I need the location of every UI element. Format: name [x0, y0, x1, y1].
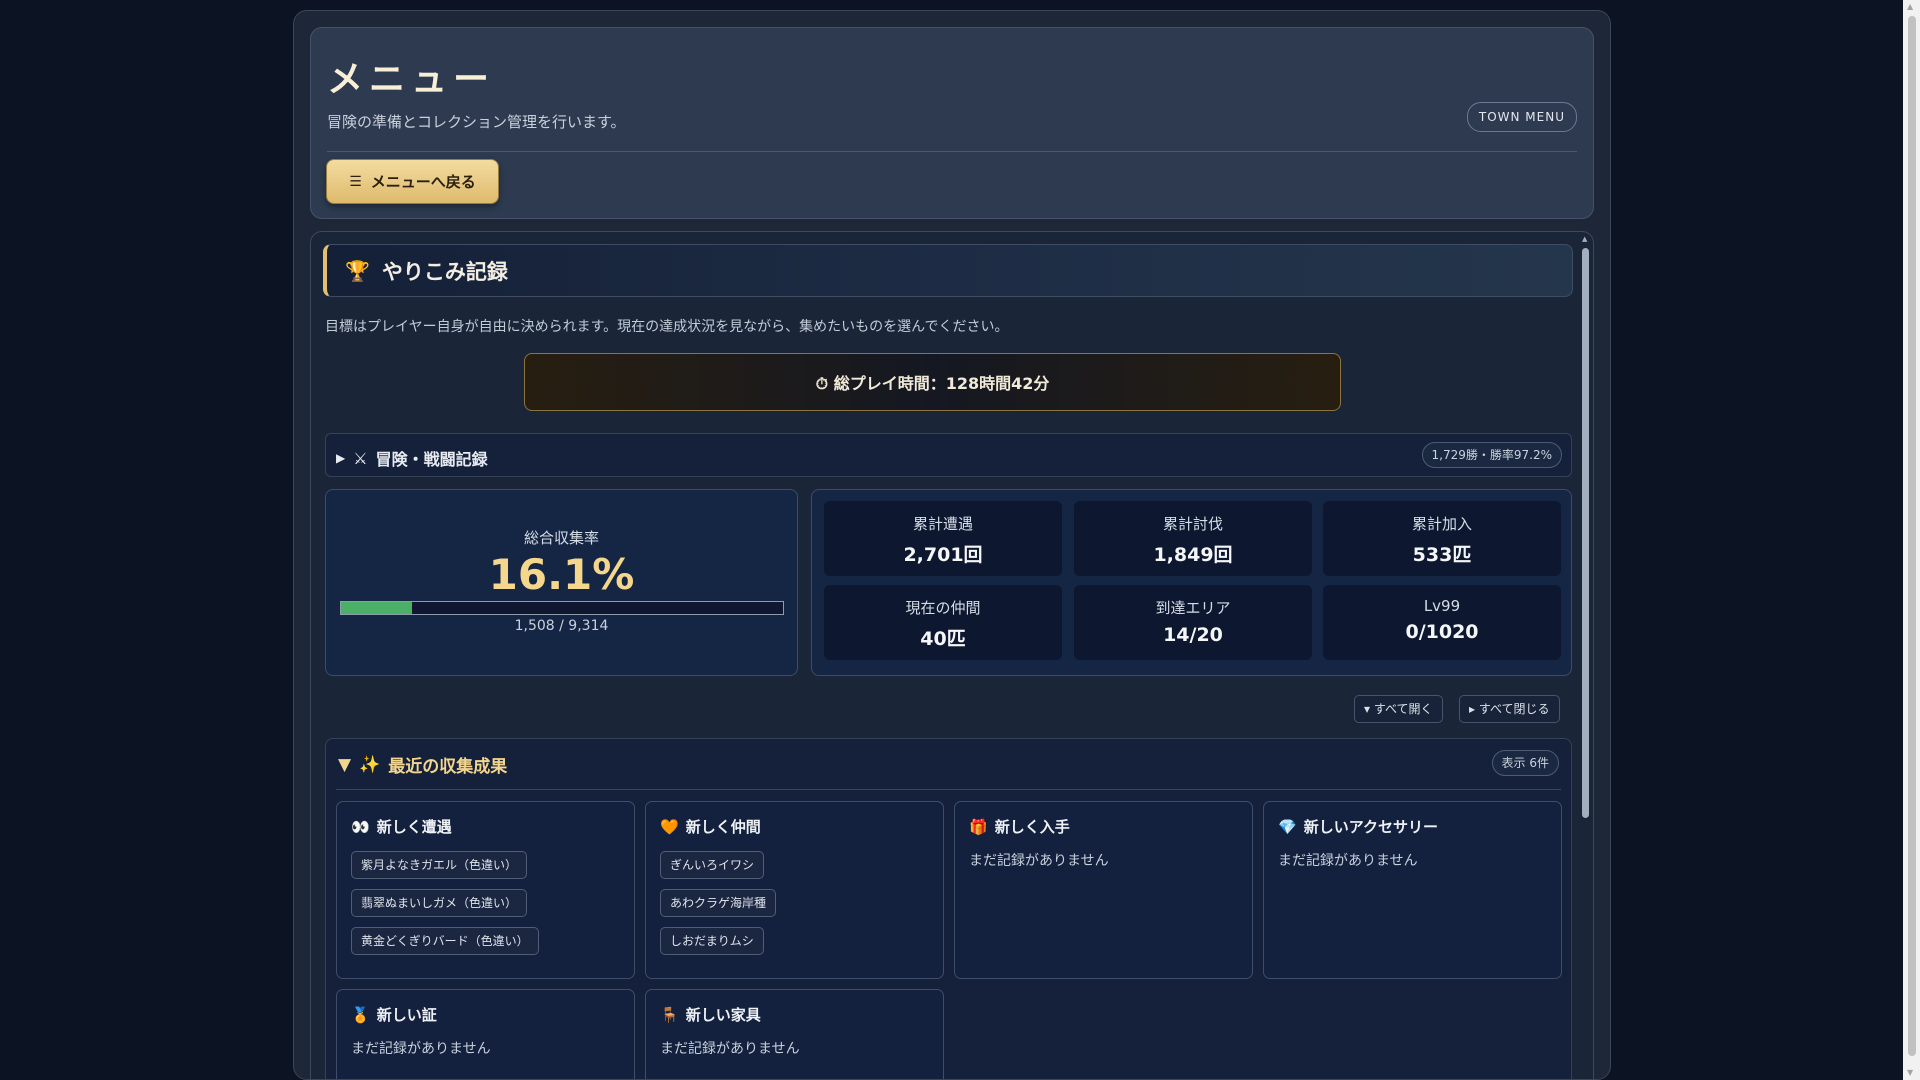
- collapse-all-button[interactable]: ▸ すべて閉じる: [1459, 695, 1560, 723]
- list-item[interactable]: ぎんいろイワシ: [660, 851, 765, 879]
- expand-arrow-icon: ▶: [336, 451, 346, 465]
- new-item-box: 🎁 新しく入手 まだ記録がありません: [954, 801, 1253, 979]
- total-playtime-text: ⏱ 総プレイ時間：128時間42分: [815, 374, 1050, 393]
- box-title: 新しく入手: [994, 818, 1070, 836]
- stat-value: 1,849回: [1153, 544, 1233, 566]
- new-companion-box: 🧡 新しく仲間 ぎんいろイワシ あわクラゲ海岸種 しおだまりムシ: [645, 801, 944, 979]
- gem-icon: 💎: [1278, 817, 1297, 836]
- heart-icon: 🧡: [660, 817, 679, 836]
- crossed-swords-icon: ⚔: [353, 448, 368, 468]
- new-accessory-box: 💎 新しいアクセサリー まだ記録がありません: [1263, 801, 1562, 979]
- chair-icon: 🪑: [660, 1005, 679, 1024]
- page-scrollbar[interactable]: ▲ ▼: [1903, 0, 1920, 1080]
- empty-message: まだ記録がありません: [1278, 853, 1418, 869]
- page-title: メニュー: [327, 59, 496, 100]
- records-description: 目標はプレイヤー自身が自由に決められます。現在の達成状況を見ながら、集めたいもの…: [325, 319, 1009, 335]
- collection-rate-card: 総合収集率 16.1% 1,508 / 9,314: [325, 489, 798, 676]
- stat-areas-reached: 到達エリア 14/20: [1074, 585, 1312, 660]
- sparkles-icon: ✨: [359, 754, 381, 775]
- stat-label: 到達エリア: [1155, 599, 1231, 617]
- stat-total-recruits: 累計加入 533匹: [1323, 501, 1561, 576]
- stat-current-party: 現在の仲間 40匹: [824, 585, 1062, 660]
- stat-label: 累計加入: [1411, 515, 1472, 533]
- collection-progress-bar: [340, 601, 784, 615]
- win-rate-badge: 1,729勝・勝率97.2%: [1421, 442, 1562, 468]
- scroll-up-arrow-icon[interactable]: ▲: [1907, 3, 1913, 11]
- box-title: 新しく遭遇: [376, 818, 452, 836]
- stat-value: 14/20: [1163, 624, 1223, 646]
- new-badge-box: 🏅 新しい証 まだ記録がありません: [336, 989, 635, 1079]
- app-window: メニュー 冒険の準備とコレクション管理を行います。 TOWN MENU ☰ メニ…: [293, 10, 1611, 1080]
- back-to-menu-button[interactable]: ☰ メニューへ戻る: [326, 159, 499, 204]
- collection-progress-fill: [341, 602, 413, 614]
- empty-message: まだ記録がありません: [660, 1041, 800, 1057]
- records-scroll-up-icon[interactable]: ▲: [1582, 236, 1587, 243]
- empty-message: まだ記録がありません: [969, 853, 1109, 869]
- collection-rate-label: 総合収集率: [523, 529, 599, 547]
- stat-label: 現在の仲間: [905, 599, 981, 617]
- list-item[interactable]: しおだまりムシ: [660, 927, 764, 955]
- recent-section-title: 最近の収集成果: [388, 757, 508, 777]
- medal-icon: 🏅: [351, 1005, 370, 1024]
- scroll-down-arrow-icon[interactable]: ▼: [1907, 1069, 1913, 1077]
- list-item[interactable]: 紫月よなきガエル（色違い）: [351, 851, 528, 879]
- adventure-battle-section-toggle[interactable]: ▶ ⚔ 冒険・戦闘記録 1,729勝・勝率97.2%: [325, 433, 1572, 477]
- recent-collection-section: ▼ ✨ 最近の収集成果 表示 6件 👀 新しく遭遇 紫月よなきガエル（色違い） …: [325, 738, 1572, 1079]
- stat-value: 40匹: [920, 628, 966, 650]
- box-title: 新しいアクセサリー: [1303, 818, 1438, 836]
- gift-icon: 🎁: [969, 817, 988, 836]
- recent-section-toggle[interactable]: ▼ ✨ 最近の収集成果: [338, 752, 508, 778]
- records-section-title: 🏆 やりこみ記録: [323, 244, 1573, 297]
- list-item[interactable]: あわクラゲ海岸種: [660, 889, 777, 917]
- expand-all-button[interactable]: ▾ すべて開く: [1354, 695, 1443, 723]
- list-item[interactable]: 翡翠ぬまいしガメ（色違い）: [351, 889, 528, 917]
- list-icon: ☰: [349, 173, 362, 190]
- adventure-section-title: 冒険・戦闘記録: [375, 450, 488, 469]
- records-scrollbar[interactable]: ▲ ▼: [1582, 236, 1589, 1079]
- new-furniture-box: 🪑 新しい家具 まだ記録がありません: [645, 989, 944, 1079]
- collection-rate-value: 16.1%: [488, 550, 635, 599]
- list-item[interactable]: 黄金どくぎりバード（色違い）: [351, 927, 539, 955]
- box-title: 新しく仲間: [685, 818, 761, 836]
- collapse-arrow-icon: ▼: [338, 754, 352, 775]
- stat-label: 累計遭遇: [912, 515, 973, 533]
- box-title: 新しい家具: [685, 1006, 761, 1024]
- records-scrollbar-thumb[interactable]: [1582, 248, 1589, 818]
- stat-lv99: Lv99 0/1020: [1323, 585, 1561, 660]
- stats-grid: 累計遭遇 2,701回 累計討伐 1,849回 累計加入 533匹 現在の仲間 …: [811, 489, 1572, 676]
- back-to-menu-label: メニューへ戻る: [370, 173, 476, 191]
- total-playtime-banner: ⏱ 総プレイ時間：128時間42分: [524, 353, 1341, 411]
- records-title: やりこみ記録: [381, 259, 508, 284]
- stat-value: 0/1020: [1405, 621, 1479, 643]
- header-divider: [327, 151, 1577, 152]
- new-encounter-box: 👀 新しく遭遇 紫月よなきガエル（色違い） 翡翠ぬまいしガメ（色違い） 黄金どく…: [336, 801, 635, 979]
- stat-label: 累計討伐: [1162, 515, 1223, 533]
- trophy-icon: 🏆: [345, 258, 370, 283]
- stat-total-encounters: 累計遭遇 2,701回: [824, 501, 1062, 576]
- stat-total-defeats: 累計討伐 1,849回: [1074, 501, 1312, 576]
- stat-label: Lv99: [1423, 597, 1461, 615]
- recent-divider: [336, 789, 1561, 790]
- collection-count: 1,508 / 9,314: [514, 618, 609, 634]
- empty-message: まだ記録がありません: [351, 1041, 491, 1057]
- eyes-icon: 👀: [351, 817, 370, 836]
- header-panel: メニュー 冒険の準備とコレクション管理を行います。 TOWN MENU ☰ メニ…: [310, 27, 1594, 219]
- town-menu-badge: TOWN MENU: [1466, 102, 1577, 132]
- recent-count-badge: 表示 6件: [1491, 750, 1559, 776]
- records-panel: ▲ ▼ 🏆 やりこみ記録 目標はプレイヤー自身が自由に決められます。現在の達成状…: [310, 231, 1594, 1079]
- stat-value: 533匹: [1412, 544, 1472, 566]
- page-scrollbar-thumb[interactable]: [1908, 16, 1916, 1056]
- page-subtitle: 冒険の準備とコレクション管理を行います。: [327, 113, 626, 131]
- stat-value: 2,701回: [903, 544, 983, 566]
- box-title: 新しい証: [376, 1006, 437, 1024]
